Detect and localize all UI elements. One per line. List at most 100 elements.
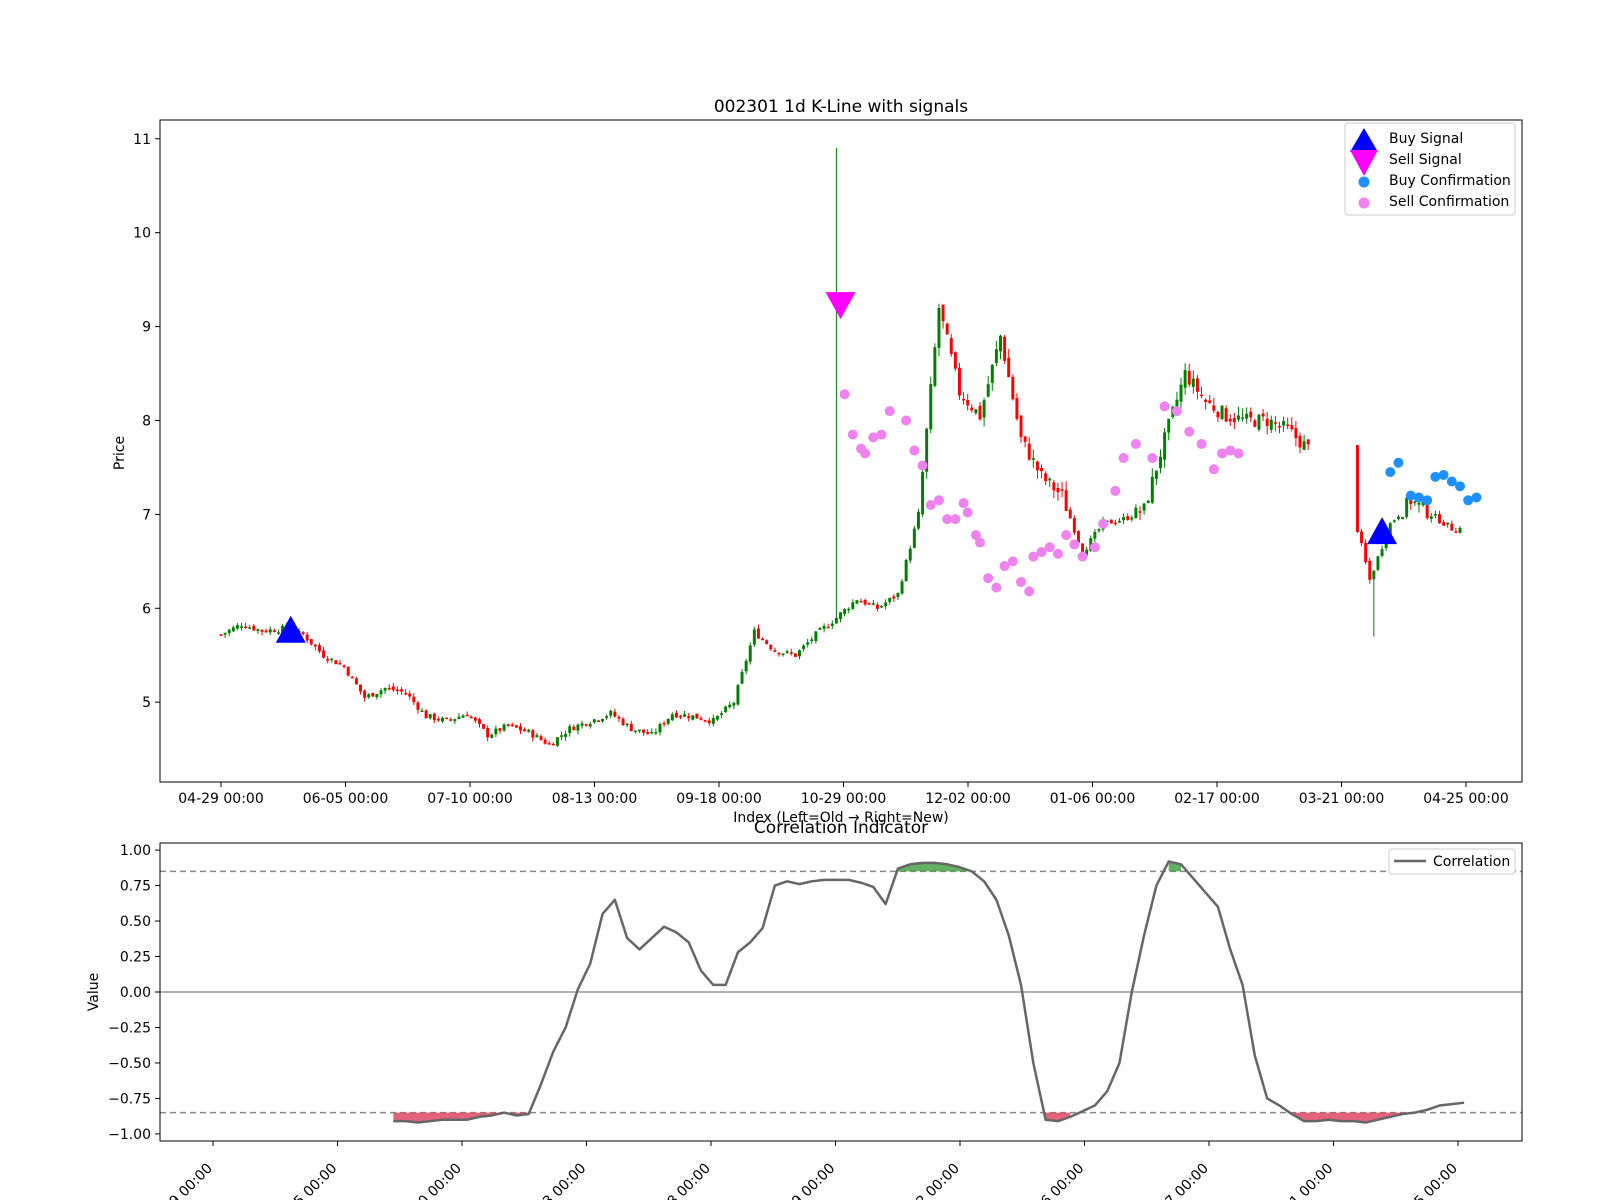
candle-body (576, 724, 580, 731)
candle-body (658, 723, 662, 733)
candle-body (617, 716, 621, 719)
candle-body (1261, 413, 1265, 417)
candle-body (994, 349, 998, 364)
candle-body (1278, 426, 1281, 428)
candle-body (309, 639, 313, 645)
candle-body (1224, 408, 1228, 422)
candle-body (900, 581, 904, 594)
candle-body (596, 720, 600, 722)
candle-body (1380, 549, 1384, 556)
candle-body (826, 626, 830, 629)
candle-body (268, 629, 272, 633)
candle-body (555, 737, 559, 746)
candle-body (1232, 418, 1236, 423)
candle-body (1413, 501, 1417, 504)
legend-sell-confirmation-label: Sell Confirmation (1389, 194, 1509, 210)
sell-confirmation-point (1069, 539, 1080, 550)
candle-body (1146, 500, 1150, 503)
candle-body (1438, 514, 1441, 524)
candle-body (1064, 490, 1068, 511)
candle-body (699, 718, 703, 720)
candle-body (609, 710, 613, 716)
candle-body (461, 715, 465, 718)
candle-body (633, 730, 637, 732)
buy-confirmation-point (1385, 467, 1396, 478)
buy-confirmation-point (1455, 481, 1465, 492)
candle-body (1035, 461, 1039, 471)
candle-body (391, 686, 395, 691)
candle-body (1290, 425, 1294, 430)
correlation-y-tick-label: 0.75 (120, 879, 151, 895)
candle-body (1253, 420, 1257, 427)
candle-body (797, 650, 801, 657)
candle-body (1163, 432, 1167, 460)
legend-sell-signal-label: Sell Signal (1389, 152, 1462, 168)
candle-body (916, 512, 920, 529)
candle-body (244, 626, 248, 629)
candle-body (1044, 473, 1048, 482)
sell-confirmation-point (847, 429, 858, 440)
candle-body (1134, 507, 1138, 518)
candle-body (814, 631, 818, 642)
buy-confirmation-point (1471, 492, 1482, 503)
candle-body (248, 627, 252, 629)
candle-body (720, 713, 724, 716)
candle-body (412, 696, 416, 703)
sell-confirmation-point (876, 429, 887, 440)
candle-body (326, 658, 330, 661)
sell-confirmation-point (909, 445, 920, 456)
candle-body (432, 713, 436, 721)
candle-body (441, 717, 445, 722)
candle-body (1442, 522, 1446, 526)
candle-body (1265, 418, 1269, 427)
legend-buy-signal-label: Buy Signal (1389, 131, 1463, 147)
price-x-tick-label: 09-18 00:00 (676, 791, 761, 807)
candle-body (498, 728, 502, 731)
candle-body (387, 687, 391, 690)
candle-body (945, 323, 949, 335)
chart-figure: 002301 1d K-Line with signals 5 6 7 8 9 10 11 0… (86, 97, 1523, 1200)
price-y-tick-label: 7 (142, 507, 151, 523)
correlation-x-tick-label: 13 00:00 (534, 1161, 590, 1200)
price-x-tick-label: 07-10 00:00 (427, 791, 512, 807)
candle-body (1220, 405, 1224, 419)
candle-body (674, 712, 678, 718)
candle-body (301, 632, 305, 635)
candle-body (1433, 513, 1437, 516)
candle-body (859, 601, 863, 603)
candle-body (637, 729, 641, 732)
candle-body (1355, 445, 1359, 532)
correlation-y-tick-label: 1.00 (120, 843, 151, 859)
candle-body (1376, 556, 1380, 570)
candle-body (572, 726, 576, 731)
candle-body (1195, 378, 1199, 392)
candle-body (785, 651, 789, 653)
candle-body (802, 645, 806, 649)
candle-body (1429, 516, 1433, 519)
sell-confirmation-point (1110, 485, 1121, 496)
candle-body (1286, 424, 1290, 427)
price-plot-frame (159, 119, 1523, 783)
candle-body (1191, 378, 1195, 387)
candle-body (486, 728, 490, 738)
candle-body (834, 617, 838, 624)
candle-body (560, 735, 563, 737)
candle-body (539, 736, 543, 740)
sell-confirmation-point (901, 415, 912, 426)
sell-confirmation-point (1052, 548, 1063, 559)
candle-body (679, 715, 682, 718)
candle-body (1405, 497, 1409, 517)
candle-body (1019, 415, 1023, 438)
candle-body (715, 715, 719, 720)
candle-body (379, 690, 383, 695)
candle-body (1360, 531, 1364, 544)
candle-body (395, 689, 399, 692)
candle-body (1052, 482, 1056, 491)
candle-body (272, 630, 276, 633)
sell-confirmation-point (962, 507, 973, 518)
candle-body (469, 716, 473, 719)
candle-body (1257, 414, 1261, 430)
candle-body (839, 612, 842, 619)
candle-body (1048, 478, 1052, 481)
candle-body (896, 593, 900, 598)
